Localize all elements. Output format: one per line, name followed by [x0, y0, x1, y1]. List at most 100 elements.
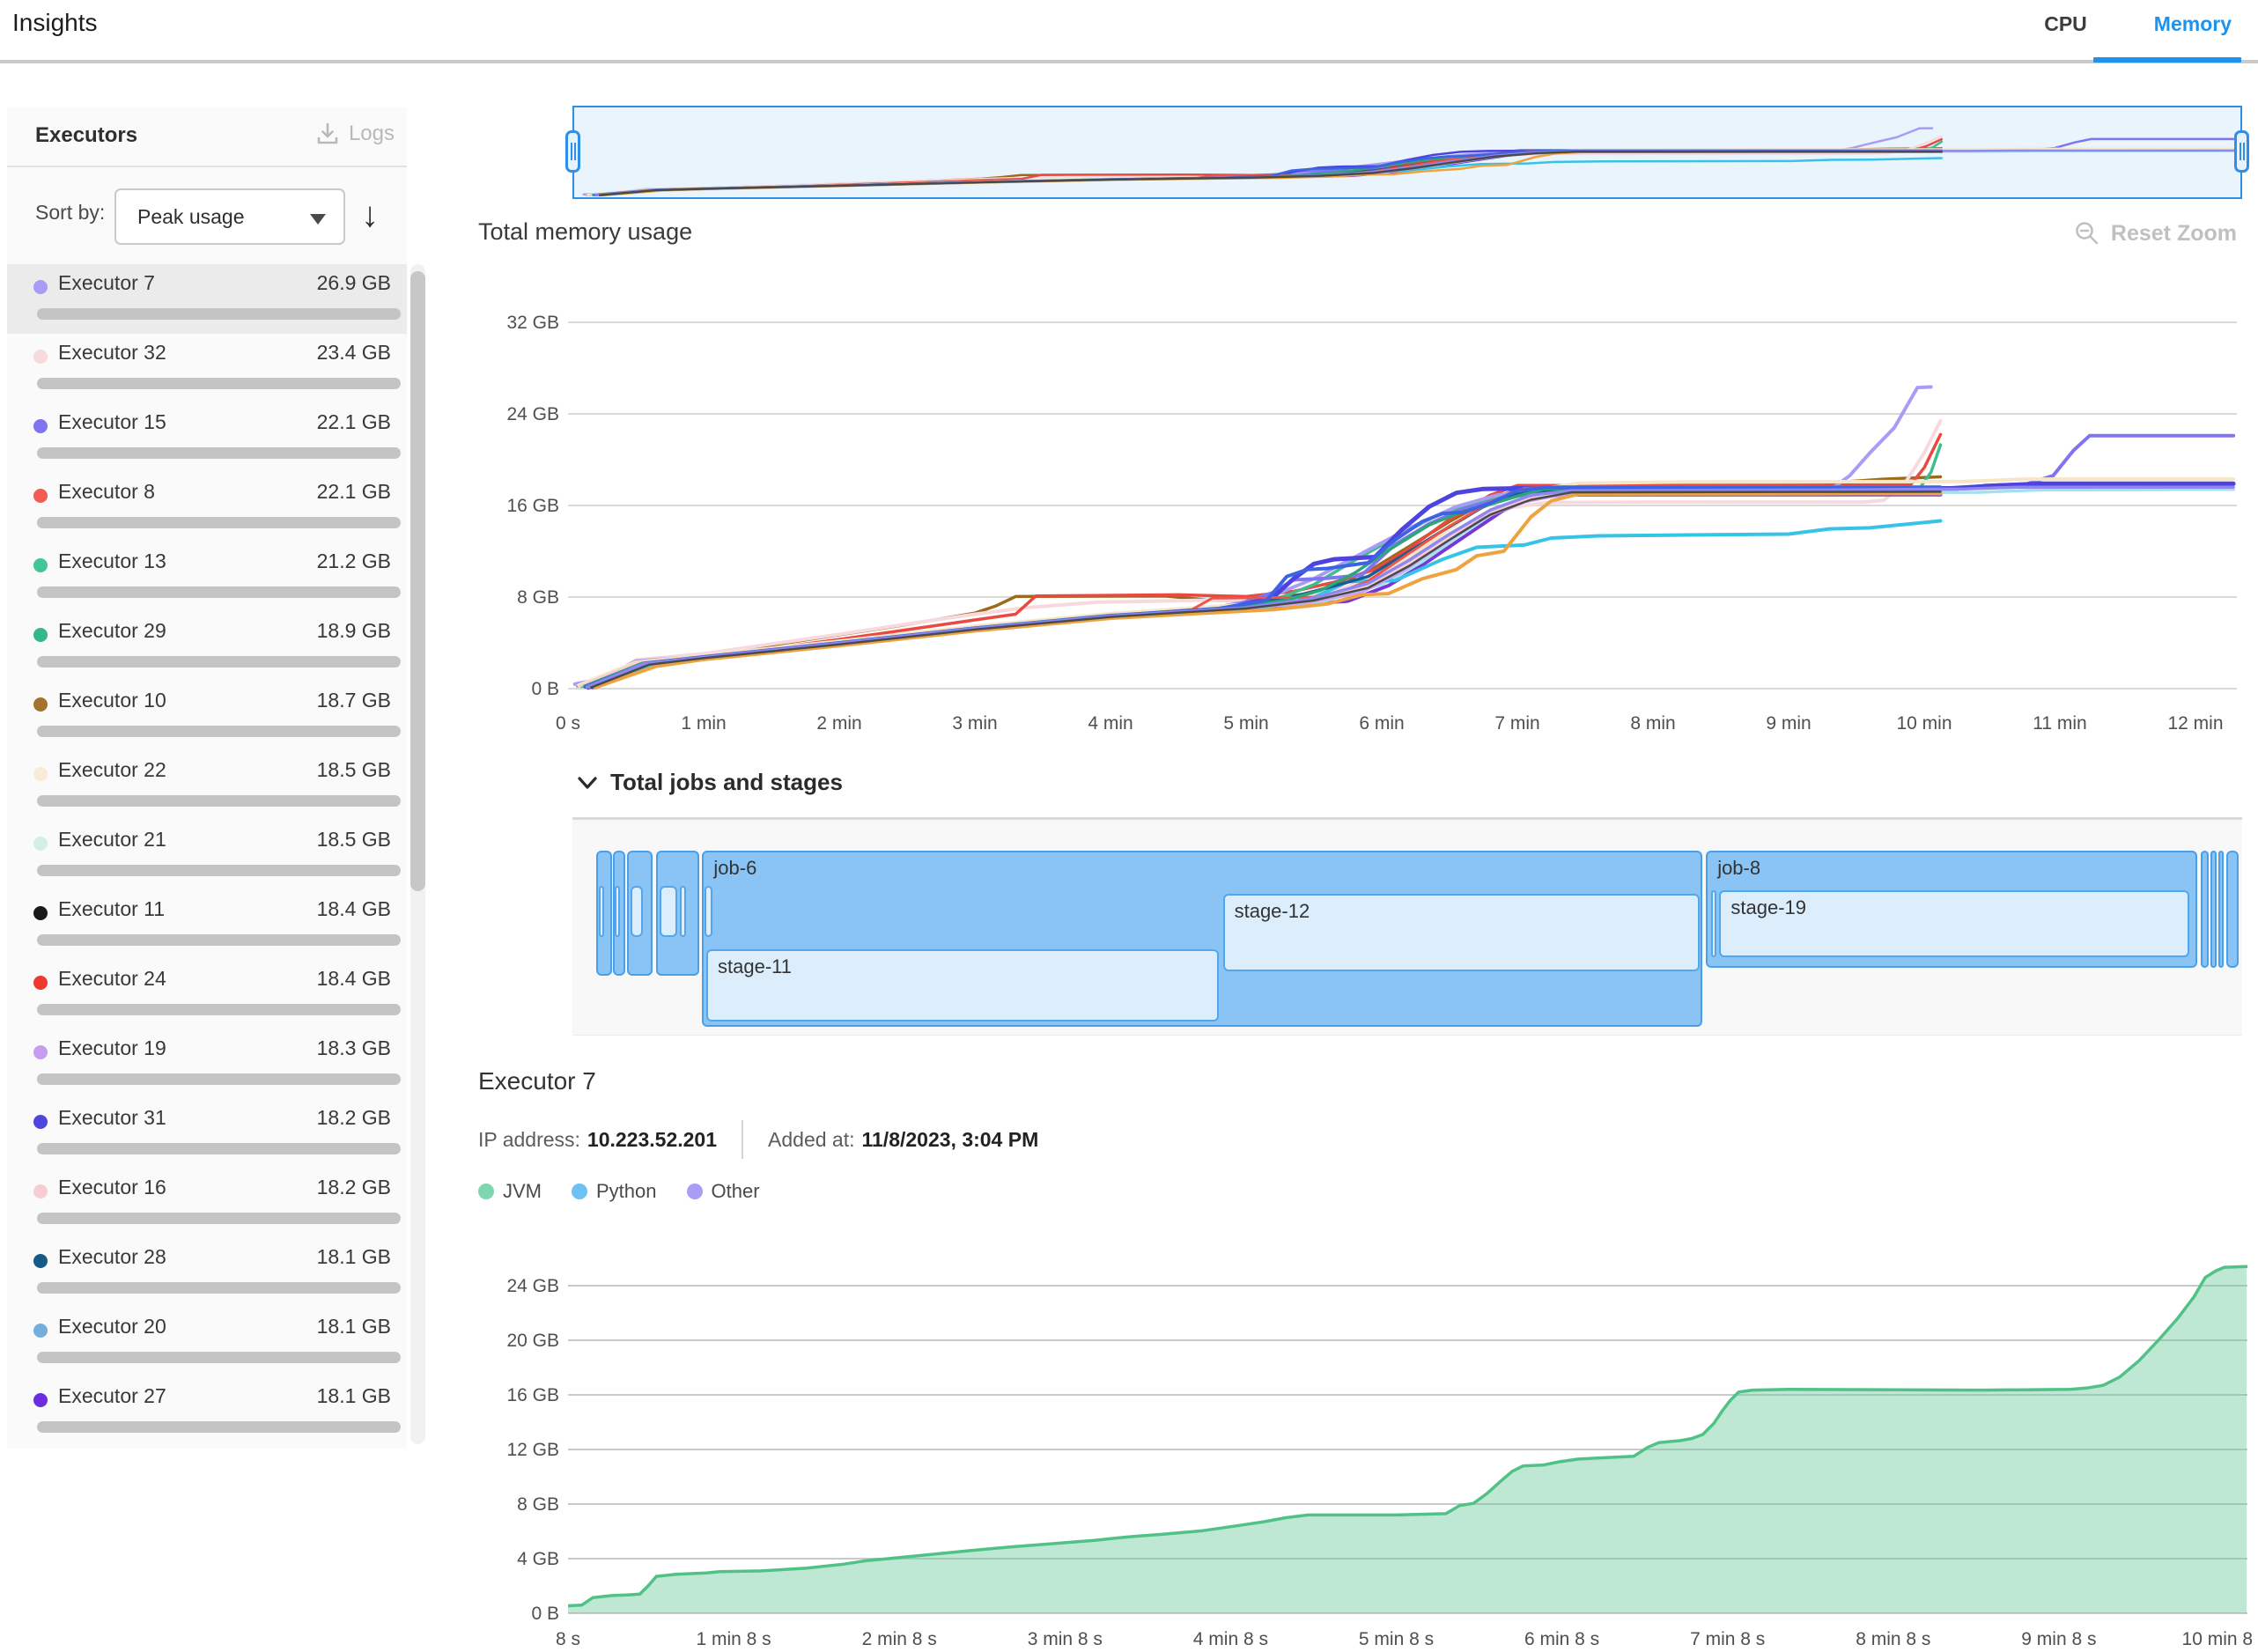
svg-text:10 min 8 s: 10 min 8 s	[2182, 1629, 2258, 1649]
legend-item-python[interactable]: Python	[572, 1180, 657, 1203]
svg-text:20 GB: 20 GB	[506, 1331, 559, 1351]
svg-text:16 GB: 16 GB	[506, 1385, 559, 1405]
executor-list-item[interactable]: Executor 1321.2 GB	[7, 542, 407, 612]
executor-list-item[interactable]: Executor 2418.4 GB	[7, 960, 407, 1029]
gantt-stage-bar[interactable]	[660, 886, 677, 937]
svg-text:2 min 8 s: 2 min 8 s	[862, 1629, 937, 1649]
svg-text:6 min 8 s: 6 min 8 s	[1524, 1629, 1599, 1649]
executor-list-item[interactable]: Executor 3223.4 GB	[7, 334, 407, 403]
gantt-stage-bar[interactable]	[615, 886, 620, 937]
memory-type-legend: JVM Python Other	[478, 1180, 760, 1203]
legend-label: Other	[712, 1180, 760, 1203]
executor-list-item[interactable]: Executor 3118.2 GB	[7, 1099, 407, 1169]
executor-list: Executor 726.9 GBExecutor 3223.4 GBExecu…	[7, 264, 407, 1447]
gantt-stage-bar[interactable]	[631, 886, 643, 937]
brush-mini-chart	[574, 107, 2240, 197]
svg-text:4 min 8 s: 4 min 8 s	[1193, 1629, 1268, 1649]
executor-color-dot	[33, 1324, 48, 1338]
topbar-divider	[0, 60, 2258, 63]
gantt-stage-11[interactable]: stage-11	[706, 949, 1219, 1021]
jobs-stages-gantt[interactable]: job-6job-8stage-11stage-12stage-19	[572, 817, 2242, 1036]
executor-color-dot	[33, 906, 48, 920]
executor-peak-value: 18.7 GB	[317, 689, 391, 712]
brush-handle-left[interactable]	[565, 130, 580, 173]
svg-text:8 min 8 s: 8 min 8 s	[1856, 1629, 1930, 1649]
executor-color-dot	[33, 1254, 48, 1268]
executor-name: Executor 10	[58, 689, 166, 712]
sort-row: Sort by: Peak usage ↓	[7, 167, 407, 264]
jobs-stages-header[interactable]: Total jobs and stages	[577, 769, 843, 796]
gantt-stage-19[interactable]: stage-19	[1719, 890, 2188, 957]
executor-peak-value: 18.2 GB	[317, 1176, 391, 1199]
logs-label: Logs	[349, 122, 395, 146]
executor-list-item[interactable]: Executor 10 18.7 GB	[7, 682, 407, 751]
svg-text:0 B: 0 B	[531, 1604, 559, 1624]
executor-list-item[interactable]: Executor 1522.1 GB	[7, 403, 407, 473]
executor-list-item[interactable]: Executor 822.1 GB	[7, 473, 407, 542]
gantt-stage-bar[interactable]	[680, 886, 687, 937]
tab-memory[interactable]: Memory	[2145, 7, 2240, 41]
legend-item-other[interactable]: Other	[687, 1180, 760, 1203]
total-memory-chart[interactable]: 32 GB24 GB16 GB8 GB0 B0 s1 min2 min3 min…	[478, 282, 2258, 762]
svg-text:2 min: 2 min	[816, 713, 861, 734]
executor-list-item[interactable]: Executor 2718.1 GB	[7, 1377, 407, 1447]
logs-button[interactable]: Logs	[315, 122, 395, 146]
executor-peak-value: 18.5 GB	[317, 758, 391, 782]
sort-select-value: Peak usage	[137, 205, 244, 229]
zoom-brush[interactable]	[572, 106, 2242, 199]
executor-name: Executor 27	[58, 1384, 166, 1408]
added-at-label: Added at:	[768, 1128, 854, 1152]
legend-item-jvm[interactable]: JVM	[478, 1180, 542, 1203]
executor-name: Executor 24	[58, 967, 166, 991]
sort-direction-button[interactable]: ↓	[361, 187, 379, 243]
gantt-stage-12[interactable]: stage-12	[1223, 894, 1700, 971]
legend-dot	[687, 1184, 703, 1199]
reset-zoom-button[interactable]: Reset Zoom	[2074, 220, 2237, 247]
executor-name: Executor 7	[58, 271, 155, 295]
executor-usage-bar	[37, 1421, 401, 1433]
executor-usage-bar	[37, 656, 401, 667]
executor-peak-value: 18.5 GB	[317, 828, 391, 852]
svg-text:8 s: 8 s	[556, 1629, 580, 1649]
executor-list-item[interactable]: Executor 2218.5 GB	[7, 751, 407, 821]
gantt-job-bar[interactable]	[2218, 851, 2224, 968]
legend-dot	[572, 1184, 587, 1199]
executor-name: Executor 32	[58, 341, 166, 365]
executor-usage-bar	[37, 934, 401, 946]
executors-panel-header: Executors Logs	[7, 107, 407, 167]
gantt-job-bar[interactable]	[2210, 851, 2217, 968]
executor-list-item[interactable]: Executor 2018.1 GB	[7, 1308, 407, 1377]
executor-color-dot	[33, 1393, 48, 1407]
gantt-job-bar[interactable]	[2201, 851, 2208, 968]
svg-text:4 GB: 4 GB	[517, 1549, 559, 1569]
executor-list-item[interactable]: Executor 1918.3 GB	[7, 1029, 407, 1099]
executor-name: Executor 11	[58, 897, 165, 921]
executor-usage-bar	[37, 586, 401, 598]
executor-list-item[interactable]: Executor 2918.9 GB	[7, 612, 407, 682]
svg-text:10 min: 10 min	[1896, 713, 1952, 734]
executor-detail-title: Executor 7	[478, 1067, 596, 1095]
executor-color-dot	[33, 837, 48, 851]
executor-list-item[interactable]: Executor 2818.1 GB	[7, 1238, 407, 1308]
gantt-stage-bar[interactable]	[705, 886, 712, 937]
brush-handle-right[interactable]	[2234, 130, 2249, 173]
tab-cpu[interactable]: CPU	[2035, 7, 2096, 41]
jobs-stages-title: Total jobs and stages	[610, 769, 843, 796]
gantt-stage-bar[interactable]	[1711, 890, 1717, 957]
executor-color-dot	[33, 280, 48, 294]
legend-dot	[478, 1184, 494, 1199]
chevron-down-icon	[310, 214, 326, 225]
executor-list-item[interactable]: Executor 1618.2 GB	[7, 1169, 407, 1238]
executor7-area-chart[interactable]: 24 GB20 GB16 GB12 GB8 GB4 GB0 B8 s1 min …	[478, 1233, 2258, 1652]
gantt-bar-label: stage-19	[1730, 896, 1806, 919]
top-tabs: CPU Memory	[2035, 7, 2240, 41]
executor-list-item[interactable]: Executor 11 18.4 GB	[7, 890, 407, 960]
gantt-stage-bar[interactable]	[599, 886, 604, 937]
executor-list-item[interactable]: Executor 726.9 GB	[7, 264, 407, 334]
gantt-job-bar[interactable]	[2226, 851, 2239, 968]
executor-list-scrollbar-thumb[interactable]	[410, 271, 425, 891]
executor-list-item[interactable]: Executor 2118.5 GB	[7, 821, 407, 890]
sort-select[interactable]: Peak usage	[114, 188, 345, 245]
executor-peak-value: 18.4 GB	[317, 897, 391, 921]
gantt-bar-label: stage-11	[718, 955, 792, 978]
